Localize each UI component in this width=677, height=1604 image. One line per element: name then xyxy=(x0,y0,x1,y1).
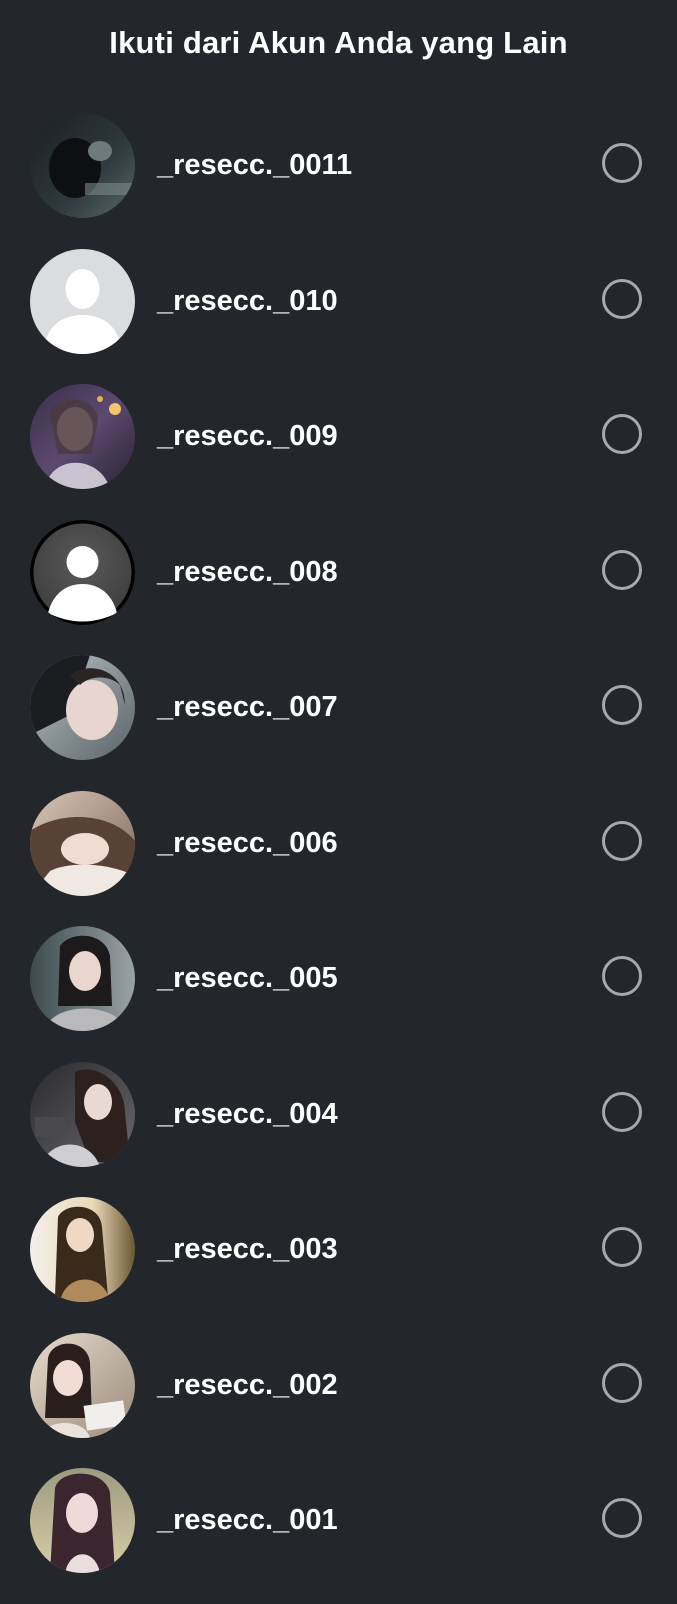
account-username: _resecc._003 xyxy=(157,1233,338,1265)
avatar xyxy=(30,655,135,760)
avatar-photo xyxy=(30,655,135,760)
avatar-photo xyxy=(30,1332,135,1438)
account-row[interactable]: _resecc._002 xyxy=(0,1332,677,1469)
avatar xyxy=(30,790,135,896)
select-radio[interactable] xyxy=(602,1091,642,1132)
select-radio[interactable] xyxy=(602,549,642,590)
account-username: _resecc._007 xyxy=(157,691,338,723)
default-avatar-icon xyxy=(30,248,135,354)
account-username: _resecc._006 xyxy=(157,826,338,859)
avatar-photo xyxy=(30,790,135,896)
account-username: _resecc._001 xyxy=(157,1504,338,1536)
avatar xyxy=(30,1061,135,1167)
account-username: _resecc._005 xyxy=(157,962,338,994)
select-radio[interactable] xyxy=(602,685,642,725)
avatar-photo xyxy=(30,1061,135,1167)
avatar-photo xyxy=(30,926,135,1031)
select-radio[interactable] xyxy=(602,143,642,183)
avatar xyxy=(30,1197,135,1302)
account-row[interactable]: _resecc._005 xyxy=(0,926,677,1062)
page-title: Ikuti dari Akun Anda yang Lain xyxy=(109,25,568,60)
avatar xyxy=(30,519,135,625)
account-row[interactable]: _resecc._003 xyxy=(0,1197,677,1333)
avatar xyxy=(30,113,135,218)
select-radio[interactable] xyxy=(602,414,642,454)
account-list: _resecc._0011 _resecc._010 _resecc._009 … xyxy=(0,113,677,1604)
account-row[interactable]: _resecc._004 xyxy=(0,1061,677,1198)
account-row[interactable]: _resecc._007 xyxy=(0,655,677,791)
select-radio[interactable] xyxy=(602,1227,642,1267)
select-radio[interactable] xyxy=(602,278,642,319)
avatar xyxy=(30,926,135,1031)
account-username: _resecc._002 xyxy=(157,1368,338,1401)
select-radio[interactable] xyxy=(602,1362,642,1403)
avatar xyxy=(30,1468,135,1573)
avatar-photo xyxy=(30,1468,135,1573)
select-radio[interactable] xyxy=(602,1498,642,1538)
account-username: _resecc._010 xyxy=(157,284,338,317)
account-row[interactable]: _resecc._010 xyxy=(0,248,677,385)
account-row[interactable]: _resecc._009 xyxy=(0,384,677,520)
account-username: _resecc._008 xyxy=(157,555,338,588)
avatar xyxy=(30,384,135,489)
account-username: _resecc._009 xyxy=(157,420,338,452)
select-radio[interactable] xyxy=(602,820,642,861)
account-row[interactable]: _resecc._008 xyxy=(0,519,677,656)
account-row[interactable]: _resecc._001 xyxy=(0,1468,677,1604)
avatar-photo xyxy=(30,113,135,218)
account-row[interactable]: _resecc._0011 xyxy=(0,113,677,249)
avatar xyxy=(30,248,135,354)
avatar-photo xyxy=(30,384,135,489)
avatar xyxy=(30,1332,135,1438)
header: Ikuti dari Akun Anda yang Lain xyxy=(0,0,677,80)
account-username: _resecc._004 xyxy=(157,1097,338,1130)
account-row[interactable]: _resecc._006 xyxy=(0,790,677,927)
default-avatar-icon xyxy=(30,519,135,625)
select-radio[interactable] xyxy=(602,956,642,996)
avatar-photo xyxy=(30,1197,135,1302)
account-username: _resecc._0011 xyxy=(157,149,353,181)
